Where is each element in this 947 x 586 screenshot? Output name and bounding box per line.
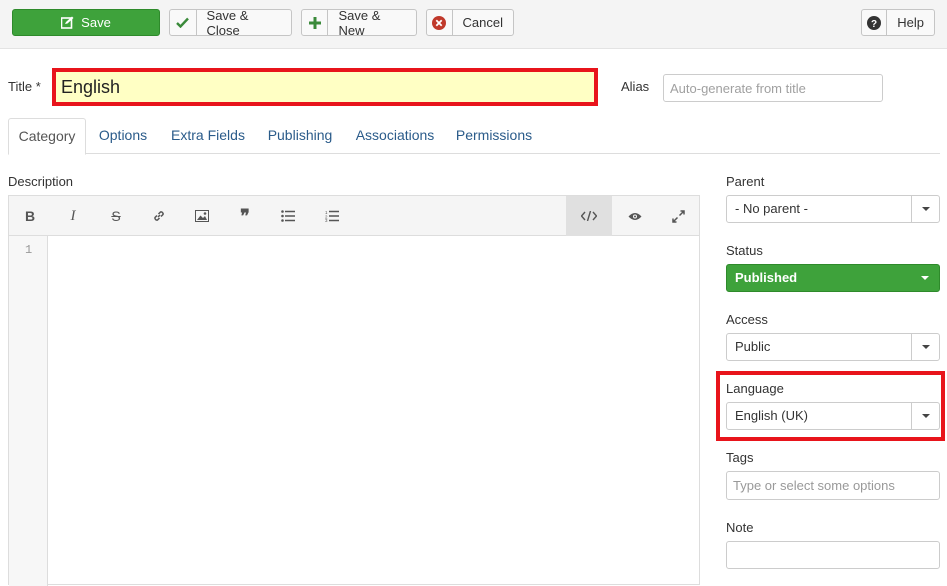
image-icon[interactable] [187, 196, 217, 236]
chevron-down-icon [911, 265, 939, 291]
quote-icon[interactable]: ❞ [230, 196, 260, 236]
tab-options[interactable]: Options [94, 118, 152, 154]
chevron-down-icon [911, 403, 939, 429]
editor-toolbar: B I S ❞ 123 [9, 196, 699, 236]
tab-associations[interactable]: Associations [352, 118, 438, 154]
save-label: Save [81, 15, 111, 30]
title-label: Title * [8, 79, 41, 94]
status-select[interactable]: Published [726, 264, 940, 292]
tab-bar: Category Options Extra Fields Publishing… [8, 118, 940, 155]
svg-text:3: 3 [325, 218, 328, 222]
save-new-button[interactable]: Save & New [301, 7, 417, 38]
tab-category[interactable]: Category [8, 118, 86, 155]
link-icon[interactable] [144, 196, 174, 236]
bullet-list-icon[interactable] [273, 196, 303, 236]
editor-gutter [9, 236, 48, 586]
parent-label: Parent [726, 174, 765, 189]
numbered-list-icon[interactable]: 123 [317, 196, 347, 236]
tab-publishing[interactable]: Publishing [264, 118, 336, 154]
description-label: Description [8, 174, 74, 189]
status-value: Published [735, 270, 798, 285]
line-number: 1 [25, 243, 33, 257]
cancel-label: Cancel [462, 15, 503, 30]
parent-select[interactable]: - No parent - [726, 195, 940, 223]
tab-permissions[interactable]: Permissions [454, 118, 534, 154]
title-input[interactable]: English [56, 72, 594, 102]
code-view-icon[interactable] [566, 196, 612, 236]
note-label: Note [726, 520, 754, 535]
strikethrough-icon[interactable]: S [101, 196, 131, 236]
description-editor: B I S ❞ 123 1 [8, 195, 700, 586]
access-label: Access [726, 312, 768, 327]
question-icon: ? [862, 10, 888, 35]
save-button[interactable]: Save [12, 9, 160, 36]
save-close-label: Save & Close [206, 7, 249, 38]
svg-text:?: ? [871, 19, 877, 30]
status-label: Status [726, 243, 763, 258]
edit-icon [61, 10, 74, 35]
save-new-label: Save & New [338, 7, 381, 38]
tags-input[interactable]: Type or select some options [726, 471, 940, 500]
alias-input[interactable] [663, 74, 883, 102]
preview-icon[interactable] [620, 196, 650, 236]
alias-label: Alias [621, 79, 650, 94]
bold-icon[interactable]: B [15, 196, 45, 236]
note-input[interactable] [726, 541, 940, 569]
language-value: English (UK) [735, 408, 808, 423]
chevron-down-icon [911, 334, 939, 360]
access-value: Public [735, 339, 771, 354]
plus-icon [302, 10, 329, 35]
language-label: Language [726, 381, 784, 396]
cancel-icon [427, 10, 453, 35]
save-close-button[interactable]: Save & Close [169, 7, 292, 38]
access-select[interactable]: Public [726, 333, 940, 361]
parent-value: - No parent - [735, 201, 808, 216]
tags-label: Tags [726, 450, 754, 465]
help-button[interactable]: ? Help [861, 9, 935, 36]
tab-extra-fields[interactable]: Extra Fields [168, 118, 248, 154]
language-select[interactable]: English (UK) [726, 402, 940, 430]
help-label: Help [897, 15, 924, 30]
fullscreen-icon[interactable] [663, 196, 693, 236]
toolbar: Save Save & Close Save & New Cancel ? He… [0, 0, 947, 49]
cancel-button[interactable]: Cancel [426, 9, 514, 36]
chevron-down-icon [911, 196, 939, 222]
check-icon [170, 10, 197, 35]
italic-icon[interactable]: I [58, 196, 88, 236]
